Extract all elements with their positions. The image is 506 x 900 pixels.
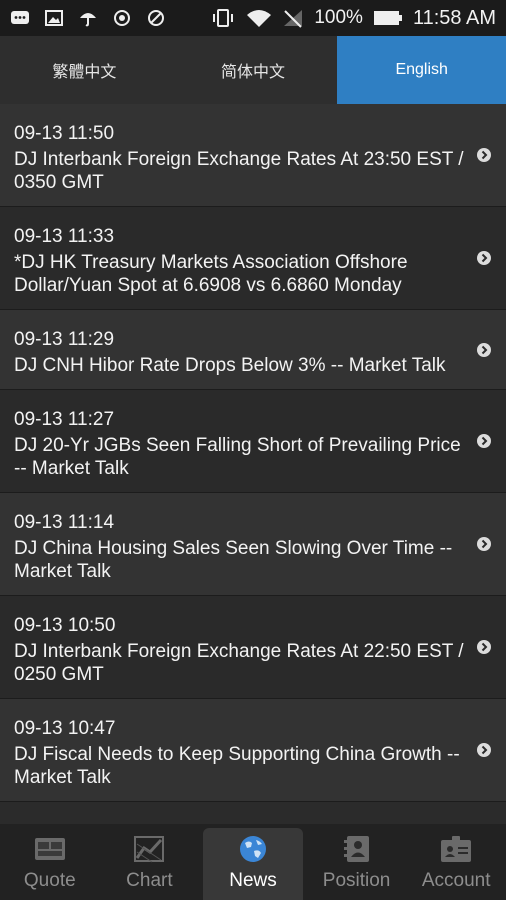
chevron-right-icon (477, 640, 491, 654)
news-headline: DJ China Housing Sales Seen Slowing Over… (14, 538, 453, 582)
news-item[interactable]: 09-13 11:29 DJ CNH Hibor Rate Drops Belo… (0, 310, 506, 390)
news-list: 09-13 11:50 DJ Interbank Foreign Exchang… (0, 104, 506, 824)
quote-icon (34, 838, 65, 860)
nav-news[interactable]: News (203, 828, 303, 900)
news-time: 09-13 11:14 (14, 512, 115, 533)
news-time: 09-13 11:29 (14, 329, 115, 350)
news-item[interactable]: 09-13 11:14 DJ China Housing Sales Seen … (0, 493, 506, 596)
nav-position[interactable]: Position (307, 824, 407, 900)
battery-percent: 100% (314, 7, 363, 28)
nav-news-label: News (229, 870, 277, 891)
chevron-right-icon (477, 537, 491, 551)
news-headline: DJ Interbank Foreign Exchange Rates At 2… (14, 641, 464, 685)
chevron-right-icon (477, 148, 491, 162)
news-headline: *DJ HK Treasury Markets Association Offs… (14, 252, 408, 296)
nav-account[interactable]: Account (406, 824, 506, 900)
battery-icon (373, 11, 402, 25)
nav-position-label: Position (322, 870, 391, 891)
nav-quote[interactable]: Quote (0, 824, 100, 900)
news-headline: DJ Fiscal Needs to Keep Supporting China… (14, 744, 460, 788)
language-tabs: 繁體中文 简体中文 English (0, 36, 506, 104)
status-time: 11:58 AM (412, 6, 496, 29)
image-icon (45, 10, 63, 26)
nav-chart[interactable]: Chart (100, 824, 200, 900)
news-time: 09-13 10:50 (14, 615, 116, 636)
news-item[interactable]: 09-13 10:50 DJ Interbank Foreign Exchang… (0, 596, 506, 699)
news-item[interactable]: 09-13 10:47 DJ Fiscal Needs to Keep Supp… (0, 699, 506, 802)
news-headline: DJ 20-Yr JGBs Seen Falling Short of Prev… (14, 435, 461, 479)
status-bar: 100% 11:58 AM (0, 0, 506, 36)
nav-account-label: Account (421, 870, 491, 891)
globe-icon (239, 836, 266, 862)
chevron-right-icon (477, 251, 491, 265)
news-headline: DJ Interbank Foreign Exchange Rates At 2… (14, 149, 464, 193)
vibrate-icon (213, 9, 234, 27)
account-icon (441, 836, 472, 862)
status-system-icons: 100% 11:58 AM (210, 7, 496, 30)
umbrella-icon (80, 13, 96, 27)
record-icon (114, 10, 130, 26)
tab-english[interactable]: English (337, 36, 506, 104)
chart-icon (134, 836, 165, 863)
news-time: 09-13 10:47 (14, 718, 116, 739)
news-headline: DJ CNH Hibor Rate Drops Below 3% -- Mark… (14, 355, 446, 376)
chat-icon (11, 11, 29, 24)
chevron-right-icon (477, 434, 491, 448)
wifi-icon (247, 10, 272, 27)
blocked-icon (148, 10, 164, 26)
news-time: 09-13 11:33 (14, 226, 115, 247)
news-time: 09-13 11:50 (14, 123, 115, 144)
news-item[interactable]: 09-13 11:33 *DJ HK Treasury Markets Asso… (0, 207, 506, 310)
chevron-right-icon (477, 342, 491, 357)
news-item[interactable]: 09-13 11:50 DJ Interbank Foreign Exchang… (0, 104, 506, 207)
bottom-nav: Quote Chart News Position Account (0, 824, 506, 900)
tab-traditional-chinese[interactable]: 繁體中文 (0, 36, 169, 104)
news-time: 09-13 11:27 (14, 409, 115, 430)
status-notification-icons (10, 9, 166, 27)
tab-simplified-chinese[interactable]: 简体中文 (169, 36, 338, 104)
no-signal-icon (284, 10, 303, 28)
chevron-right-icon (477, 743, 491, 757)
nav-quote-label: Quote (23, 870, 76, 891)
position-icon (343, 836, 369, 862)
news-item[interactable]: 09-13 11:27 DJ 20-Yr JGBs Seen Falling S… (0, 390, 506, 493)
nav-chart-label: Chart (126, 870, 173, 891)
